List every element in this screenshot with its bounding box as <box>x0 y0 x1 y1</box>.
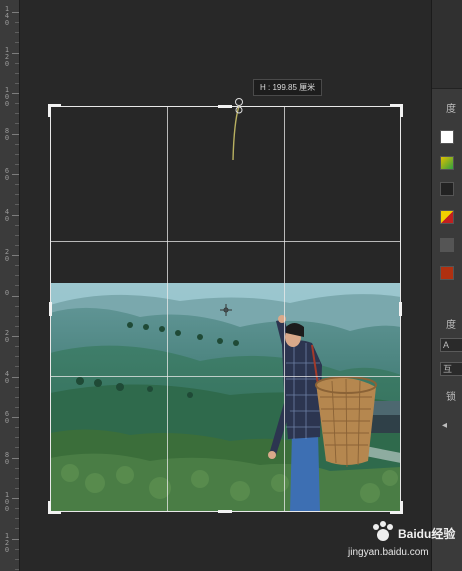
ruler-label: 140 <box>4 5 10 27</box>
ruler-label: 20 <box>4 248 10 263</box>
ruler-minor-tick <box>15 315 19 317</box>
ruler-label: 60 <box>4 410 10 425</box>
ruler-minor-tick <box>15 244 19 246</box>
ruler-minor-tick <box>15 163 19 165</box>
ruler-minor-tick <box>15 346 19 348</box>
camera-icon[interactable] <box>440 182 454 196</box>
right-panel: 度 度 A 互 锁 ◂ <box>431 0 462 571</box>
ruler-label: 80 <box>4 450 10 466</box>
ruler-minor-tick <box>15 437 19 439</box>
ruler-minor-tick <box>15 143 19 145</box>
ruler-label: 80 <box>4 126 10 142</box>
ruler-tick <box>12 255 19 256</box>
ruler-tick <box>12 498 19 499</box>
ruler-minor-tick <box>15 275 19 277</box>
ruler-tick <box>12 12 19 13</box>
ruler-tick <box>12 295 19 297</box>
ruler-label: 40 <box>4 369 10 385</box>
crop-handle-left[interactable] <box>49 302 52 316</box>
panel-label-1: 度 <box>446 104 456 115</box>
ruler-tick <box>12 52 19 54</box>
ruler-minor-tick <box>15 103 19 105</box>
baidu-watermark: Baidu经验 jingyan.baidu.com <box>348 519 455 563</box>
ruler-tick <box>12 133 19 135</box>
ruler-minor-tick <box>15 386 19 388</box>
ruler-minor-tick <box>15 558 19 560</box>
crop-handle-top-right[interactable] <box>390 104 403 117</box>
ruler-minor-tick <box>15 184 19 186</box>
panel-label-2: 度 <box>446 320 456 331</box>
color-swatch-white[interactable] <box>440 130 454 144</box>
ruler-minor-tick <box>15 194 19 196</box>
ruler-minor-tick <box>15 396 19 398</box>
ruler-minor-tick <box>15 72 19 74</box>
panel-field-2[interactable]: 互 <box>440 362 462 376</box>
ruler-minor-tick <box>15 123 19 125</box>
ruler-minor-tick <box>15 568 19 570</box>
tool-icon[interactable] <box>440 210 454 224</box>
ruler-tick <box>12 417 19 418</box>
ruler-minor-tick <box>15 467 19 469</box>
swatch-red[interactable] <box>440 266 454 280</box>
ruler-label: 0 <box>4 288 10 297</box>
ruler-label: 40 <box>4 207 10 223</box>
ruler-minor-tick <box>15 305 19 307</box>
ruler-minor-tick <box>15 224 19 226</box>
ruler-tick <box>12 376 19 378</box>
ruler-tick <box>12 93 19 94</box>
ruler-minor-tick <box>15 234 19 236</box>
ruler-minor-tick <box>15 528 19 530</box>
ruler-minor-tick <box>15 265 19 267</box>
ruler-label: 100 <box>4 491 10 513</box>
move-cursor-icon <box>220 304 232 316</box>
ruler-tick <box>12 174 19 175</box>
ruler-minor-tick <box>15 447 19 449</box>
panel-label-3: 锁 <box>446 392 456 403</box>
ruler-minor-tick <box>15 42 19 44</box>
eye-icon[interactable]: ◂ <box>442 420 447 431</box>
ruler-minor-tick <box>15 356 19 358</box>
panel-header <box>432 0 462 89</box>
ruler-minor-tick <box>15 325 19 327</box>
ruler-minor-tick <box>15 487 19 489</box>
ruler-tick <box>12 457 19 459</box>
drag-cursor-icon <box>232 105 243 161</box>
ruler-label: 120 <box>4 45 10 68</box>
ruler-minor-tick <box>15 62 19 64</box>
vertical-ruler: 140 120 100 80 60 40 20 0 20 40 60 80 100 120 <box>0 0 20 571</box>
ruler-minor-tick <box>15 285 19 287</box>
ruler-minor-tick <box>15 518 19 520</box>
ruler-minor-tick <box>15 548 19 550</box>
ruler-tick <box>12 538 19 540</box>
crop-handle-right[interactable] <box>399 302 402 316</box>
ruler-minor-tick <box>15 366 19 368</box>
ruler-minor-tick <box>15 22 19 24</box>
ruler-minor-tick <box>15 82 19 84</box>
crop-handle-bottom-right[interactable] <box>390 501 403 514</box>
ruler-tick <box>12 336 19 337</box>
baidu-paw-icon <box>373 521 393 541</box>
watermark-url: jingyan.baidu.com <box>348 547 429 558</box>
panel-field-1[interactable]: A <box>440 338 462 352</box>
ruler-label: 100 <box>4 86 10 108</box>
panel-button[interactable] <box>440 238 454 252</box>
ruler-minor-tick <box>15 113 19 115</box>
crop-handle-bottom-left[interactable] <box>48 501 61 514</box>
ruler-label: 60 <box>4 167 10 182</box>
ruler-minor-tick <box>15 427 19 429</box>
ruler-label: 20 <box>4 329 10 344</box>
ruler-minor-tick <box>15 204 19 206</box>
ruler-minor-tick <box>15 477 19 479</box>
ruler-minor-tick <box>15 153 19 155</box>
ruler-minor-tick <box>15 508 19 510</box>
watermark-brand: Baidu经验 <box>398 527 456 541</box>
crop-handle-top-left[interactable] <box>48 104 61 117</box>
ruler-tick <box>12 214 19 216</box>
size-tooltip: H : 199.85 厘米 <box>253 79 323 96</box>
ruler-minor-tick <box>15 32 19 34</box>
adjustment-icon[interactable] <box>440 156 454 170</box>
crop-handle-bottom[interactable] <box>218 510 232 513</box>
ruler-minor-tick <box>15 406 19 408</box>
ruler-label: 120 <box>4 531 10 554</box>
